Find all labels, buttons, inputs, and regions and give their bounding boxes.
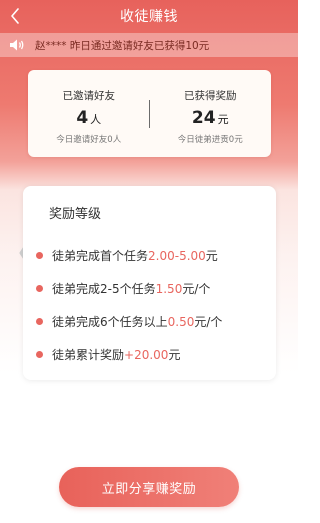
invited-stat: 已邀请好友 4人 今日邀请好友0人 xyxy=(28,70,150,157)
nav-bar: 收徒赚钱 xyxy=(0,0,298,32)
back-button[interactable] xyxy=(6,5,24,27)
invited-count: 4 xyxy=(76,108,89,128)
bullet-dot xyxy=(36,285,43,292)
reward-levels-title: 奖励等级 xyxy=(49,207,102,222)
reward-text: 徒弟累计奖励 xyxy=(52,348,125,362)
list-item: 徒弟累计奖励 +20.00 元 xyxy=(36,342,222,367)
stats-divider xyxy=(149,100,150,128)
reward-amount-highlight: 0.50 xyxy=(167,314,195,329)
invited-unit: 人 xyxy=(90,113,102,126)
back-chevron-icon xyxy=(11,8,19,24)
notice-bar: 赵**** 昨日通过邀请好友已获得10元 xyxy=(0,33,298,57)
reward-amount: 24 xyxy=(191,108,216,128)
reward-unit: 元 xyxy=(217,113,229,126)
reward-suffix: 元/个 xyxy=(182,282,211,296)
speaker-icon xyxy=(9,38,25,52)
invited-label: 已邀请好友 xyxy=(62,90,116,102)
notice-text: 赵**** 昨日通过邀请好友已获得10元 xyxy=(35,39,210,52)
reward-levels-card: 奖励等级 徒弟完成首个任务 2.00-5.00 元 徒弟完成2-5个任务 1.50 元/… xyxy=(23,186,276,380)
reward-suffix: 元/个 xyxy=(194,315,223,329)
bullet-dot xyxy=(36,318,43,325)
list-item: 徒弟完成2-5个任务 1.50 元/个 xyxy=(36,276,222,301)
reward-amount-highlight: +20.00 xyxy=(124,347,169,362)
bullet-dot xyxy=(36,252,43,259)
reward-text: 徒弟完成2-5个任务 xyxy=(52,282,156,296)
invited-value: 4人 xyxy=(76,108,101,128)
reward-value: 24 元 xyxy=(192,108,229,128)
reward-text: 徒弟完成首个任务 xyxy=(52,249,149,263)
reward-levels-list: 徒弟完成首个任务 2.00-5.00 元 徒弟完成2-5个任务 1.50 元/个 徒弟完… xyxy=(36,243,222,375)
stats-card: 已邀请好友 4人 今日邀请好友0人 已获得奖励 24 元 今日徒弟进贡0元 xyxy=(28,70,271,157)
share-button[interactable]: 立即分享赚奖励 xyxy=(59,467,239,507)
reward-label: 已获得奖励 xyxy=(184,90,237,102)
reward-today: 今日徒弟进贡0元 xyxy=(177,135,243,145)
reward-suffix: 元 xyxy=(168,348,181,362)
list-item: 徒弟完成6个任务以上 0.50 元/个 xyxy=(36,309,222,334)
reward-amount-highlight: 1.50 xyxy=(155,281,183,296)
reward-stat: 已获得奖励 24 元 今日徒弟进贡0元 xyxy=(150,70,272,157)
reward-suffix: 元 xyxy=(205,249,218,263)
reward-amount-highlight: 2.00-5.00 xyxy=(148,248,206,263)
invited-today: 今日邀请好友0人 xyxy=(56,135,122,145)
bullet-dot xyxy=(36,351,43,358)
reward-text: 徒弟完成6个任务以上 xyxy=(52,315,168,329)
page-title: 收徒赚钱 xyxy=(120,9,178,25)
list-item: 徒弟完成首个任务 2.00-5.00 元 xyxy=(36,243,222,268)
